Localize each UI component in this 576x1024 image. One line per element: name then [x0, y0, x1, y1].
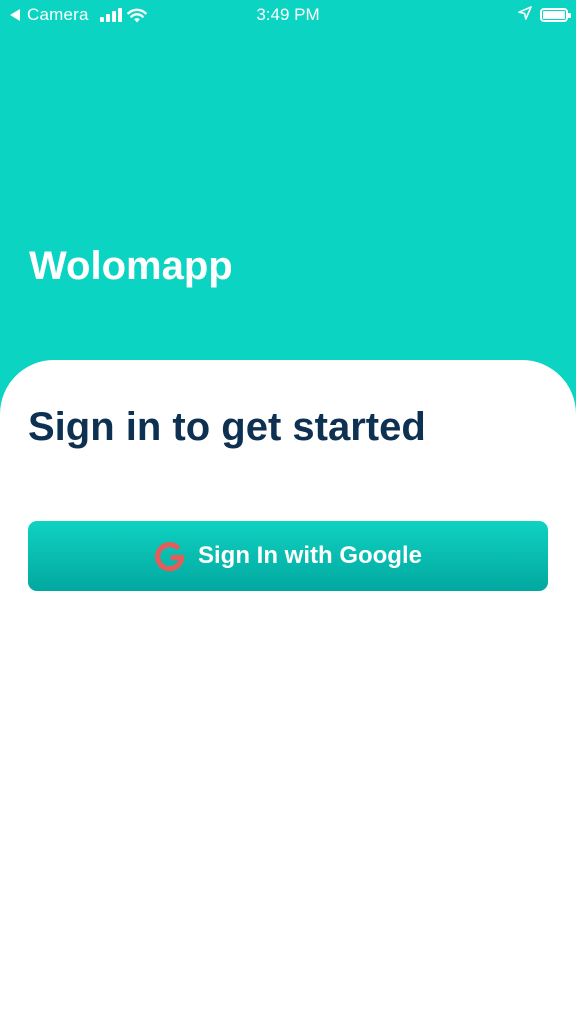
location-arrow-icon: [518, 5, 532, 25]
signin-title: Sign in to get started: [28, 405, 426, 449]
google-signin-label: Sign In with Google: [198, 542, 422, 569]
signin-card: [0, 360, 576, 1024]
status-bar: Camera 3:49 PM: [0, 0, 576, 30]
battery-nub: [568, 13, 571, 18]
status-right: [518, 5, 571, 25]
status-time: 3:49 PM: [256, 5, 320, 24]
battery-level: [543, 11, 565, 19]
google-signin-button[interactable]: Sign In with Google: [28, 521, 548, 591]
battery-icon: [540, 8, 571, 22]
login-screen: Camera 3:49 PM Wolomapp Sign in to get s…: [0, 0, 576, 1024]
app-title: Wolomapp: [29, 244, 233, 288]
google-g-icon: [154, 540, 198, 572]
header-background: Camera 3:49 PM Wolomapp: [0, 0, 576, 420]
